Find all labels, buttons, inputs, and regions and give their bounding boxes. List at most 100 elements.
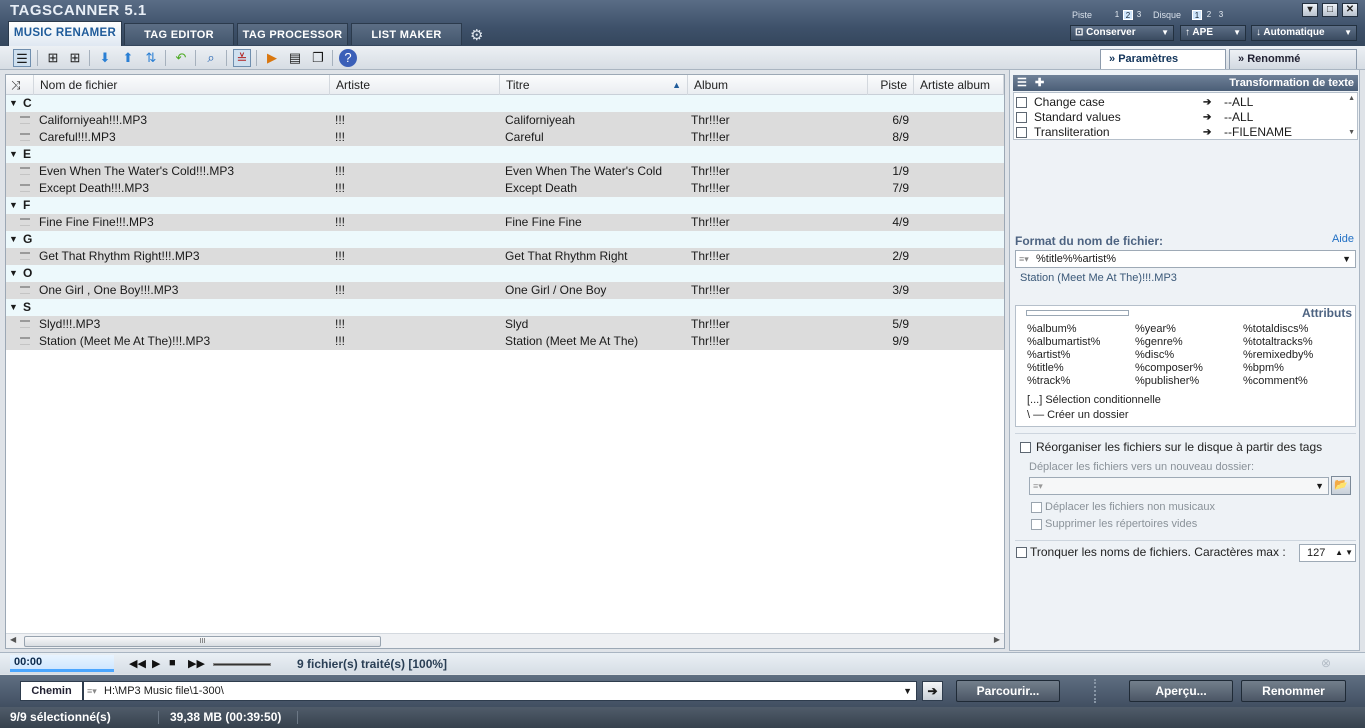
attribute-token[interactable]: %bpm% xyxy=(1243,362,1284,374)
attribute-token[interactable]: %publisher% xyxy=(1135,375,1199,387)
attribute-token[interactable]: %composer% xyxy=(1135,362,1203,374)
transform-checkbox[interactable] xyxy=(1016,97,1027,108)
format-input[interactable]: ≡▾ %title%%artist% ▼ xyxy=(1015,250,1356,268)
attribute-token[interactable]: %totaltracks% xyxy=(1243,336,1313,348)
filter-icon[interactable]: ≚ xyxy=(233,49,251,67)
transform-item[interactable]: Transliteration ➔ --FILENAME xyxy=(1014,125,1346,140)
group-row[interactable]: ▼ G xyxy=(6,231,1004,248)
preview-button[interactable]: Aperçu... xyxy=(1129,680,1233,702)
column-album[interactable]: Album xyxy=(688,75,868,95)
menu-icon[interactable]: ≡▾ xyxy=(1019,251,1029,267)
disque-3[interactable]: 3 xyxy=(1216,10,1226,20)
help-icon[interactable]: ? xyxy=(339,49,357,67)
stepper-up-icon[interactable]: ▲ xyxy=(1335,545,1343,561)
attribute-token[interactable]: %artist% xyxy=(1027,349,1070,361)
path-input[interactable]: ≡▾ H:\MP3 Music file\1-300\ ▼ xyxy=(83,681,917,701)
disque-1[interactable]: 1 xyxy=(1192,10,1202,20)
column-filename[interactable]: Nom de fichier xyxy=(34,75,330,95)
shuffle-icon[interactable]: ⤨ xyxy=(6,75,34,95)
piste-1[interactable]: 1 xyxy=(1112,10,1122,20)
tab-tag-editor[interactable]: Tag editor xyxy=(124,23,234,45)
max-chars-stepper[interactable]: 127 ▲ ▼ xyxy=(1299,544,1356,562)
maximize-icon[interactable]: □ xyxy=(1322,3,1338,17)
group-row[interactable]: ▼ S xyxy=(6,299,1004,316)
copy-icon[interactable]: ❐ xyxy=(309,49,327,67)
browse-button[interactable]: Parcourir... xyxy=(956,680,1060,702)
fast-forward-icon[interactable]: ▶▶ xyxy=(188,657,205,670)
tab-parametres[interactable]: » Paramètres xyxy=(1100,49,1226,69)
list-view-icon[interactable]: ☰ xyxy=(13,49,31,67)
automatique-dropdown[interactable]: ↓ Automatique ▼ xyxy=(1251,25,1357,41)
piste-3[interactable]: 3 xyxy=(1134,10,1144,20)
conserver-dropdown[interactable]: ⊡ Conserver ▼ xyxy=(1070,25,1174,41)
table-row[interactable]: One Girl , One Boy!!!.MP3!!! One Girl / O… xyxy=(6,282,1004,299)
stop-icon[interactable]: ■ xyxy=(169,657,176,669)
group-row[interactable]: ▼ O xyxy=(6,265,1004,282)
column-title[interactable]: Titre ▲ xyxy=(500,75,688,95)
scroll-right-icon[interactable]: ▶ xyxy=(994,635,1000,644)
tab-music-renamer[interactable]: Music renamer xyxy=(8,21,122,46)
transform-item[interactable]: Change case ➔ --ALL xyxy=(1014,95,1346,110)
attribute-token[interactable]: %genre% xyxy=(1135,336,1183,348)
thumbnails-icon[interactable]: ⊞ xyxy=(66,49,84,67)
table-row[interactable]: Careful!!!.MP3!!! Careful Thr!!!er 8/9 xyxy=(6,129,1004,146)
stepper-down-icon[interactable]: ▼ xyxy=(1345,545,1353,561)
play-icon[interactable]: ▶ xyxy=(152,657,160,670)
attribute-token[interactable]: %track% xyxy=(1027,375,1070,387)
attribute-token[interactable]: %title% xyxy=(1027,362,1064,374)
tab-list-maker[interactable]: List maker xyxy=(351,23,462,45)
collapse-icon[interactable]: ▼ xyxy=(9,265,18,282)
chevron-down-icon[interactable]: ▼ xyxy=(1315,478,1324,494)
file-grid[interactable]: ⤨ Nom de fichier Artiste Titre ▲ Album P… xyxy=(5,74,1005,649)
scroll-thumb[interactable]: III xyxy=(24,636,381,647)
move-to-input[interactable]: ≡▾ ▼ xyxy=(1029,477,1329,495)
table-row[interactable]: Fine Fine Fine!!!.MP3!!! Fine Fine Fine Th… xyxy=(6,214,1004,231)
piste-2[interactable]: 2 xyxy=(1123,10,1133,20)
chevron-down-icon[interactable]: ▼ xyxy=(903,682,912,700)
group-row[interactable]: ▼ E xyxy=(6,146,1004,163)
delete-empty-checkbox[interactable] xyxy=(1031,519,1042,530)
gear-icon[interactable]: ⚙ xyxy=(470,26,483,44)
add-icon[interactable]: ✚ xyxy=(1035,75,1044,91)
table-row[interactable]: Slyd!!!.MP3!!! Slyd Thr!!!er 5/9 xyxy=(6,316,1004,333)
table-row[interactable]: Californiyeah!!!.MP3!!! Californiyeah Thr!… xyxy=(6,112,1004,129)
truncate-checkbox[interactable] xyxy=(1016,547,1027,558)
attribute-token[interactable]: %comment% xyxy=(1243,375,1308,387)
attribute-token[interactable]: %remixedby% xyxy=(1243,349,1313,361)
reorganize-checkbox[interactable] xyxy=(1020,442,1031,453)
disque-2[interactable]: 2 xyxy=(1204,10,1214,20)
tab-renomme[interactable]: » Renommé xyxy=(1229,49,1357,69)
transform-checkbox[interactable] xyxy=(1016,127,1027,138)
collapse-icon[interactable]: ▼ xyxy=(9,95,18,112)
minimize-icon[interactable]: ▾ xyxy=(1302,3,1318,17)
transform-checkbox[interactable] xyxy=(1016,112,1027,123)
scroll-up-icon[interactable]: ▲ xyxy=(1348,95,1355,102)
rewind-icon[interactable]: ◀◀ xyxy=(129,657,146,670)
group-row[interactable]: ▼ F xyxy=(6,197,1004,214)
close-icon[interactable]: ✕ xyxy=(1342,3,1358,17)
rename-button[interactable]: Renommer xyxy=(1241,680,1346,702)
ape-dropdown[interactable]: ↑ APE ▼ xyxy=(1180,25,1246,41)
search-icon[interactable]: ⌕ xyxy=(202,49,220,67)
collapse-icon[interactable]: ▼ xyxy=(9,299,18,316)
collapse-icon[interactable]: ▼ xyxy=(9,146,18,163)
attribute-token[interactable]: %albumartist% xyxy=(1027,336,1100,348)
grid-view-icon[interactable]: ⊞ xyxy=(44,49,62,67)
table-row[interactable]: Station (Meet Me At The)!!!.MP3!!! Statio… xyxy=(6,333,1004,350)
volume-slider[interactable] xyxy=(213,663,271,666)
move-up-icon[interactable]: ⬆ xyxy=(119,49,137,67)
menu-icon[interactable]: ≡▾ xyxy=(87,682,97,700)
horizontal-scrollbar[interactable]: ◀ III ▶ xyxy=(6,633,1004,648)
chevron-down-icon[interactable]: ▼ xyxy=(1342,251,1351,267)
attribute-token[interactable]: %disc% xyxy=(1135,349,1174,361)
sort-icon[interactable]: ⇅ xyxy=(142,49,160,67)
column-artist[interactable]: Artiste xyxy=(330,75,500,95)
folder-open-icon[interactable]: 📂 xyxy=(1331,476,1351,495)
attribute-token[interactable]: %year% xyxy=(1135,323,1176,335)
tab-tag-processor[interactable]: Tag processor xyxy=(237,23,348,45)
menu-icon[interactable]: ≡▾ xyxy=(1033,478,1043,494)
play-file-icon[interactable]: ▶ xyxy=(263,49,281,67)
attributes-slider[interactable] xyxy=(1026,310,1129,316)
transform-item[interactable]: Standard values ➔ --ALL xyxy=(1014,110,1346,125)
collapse-icon[interactable]: ▼ xyxy=(9,197,18,214)
